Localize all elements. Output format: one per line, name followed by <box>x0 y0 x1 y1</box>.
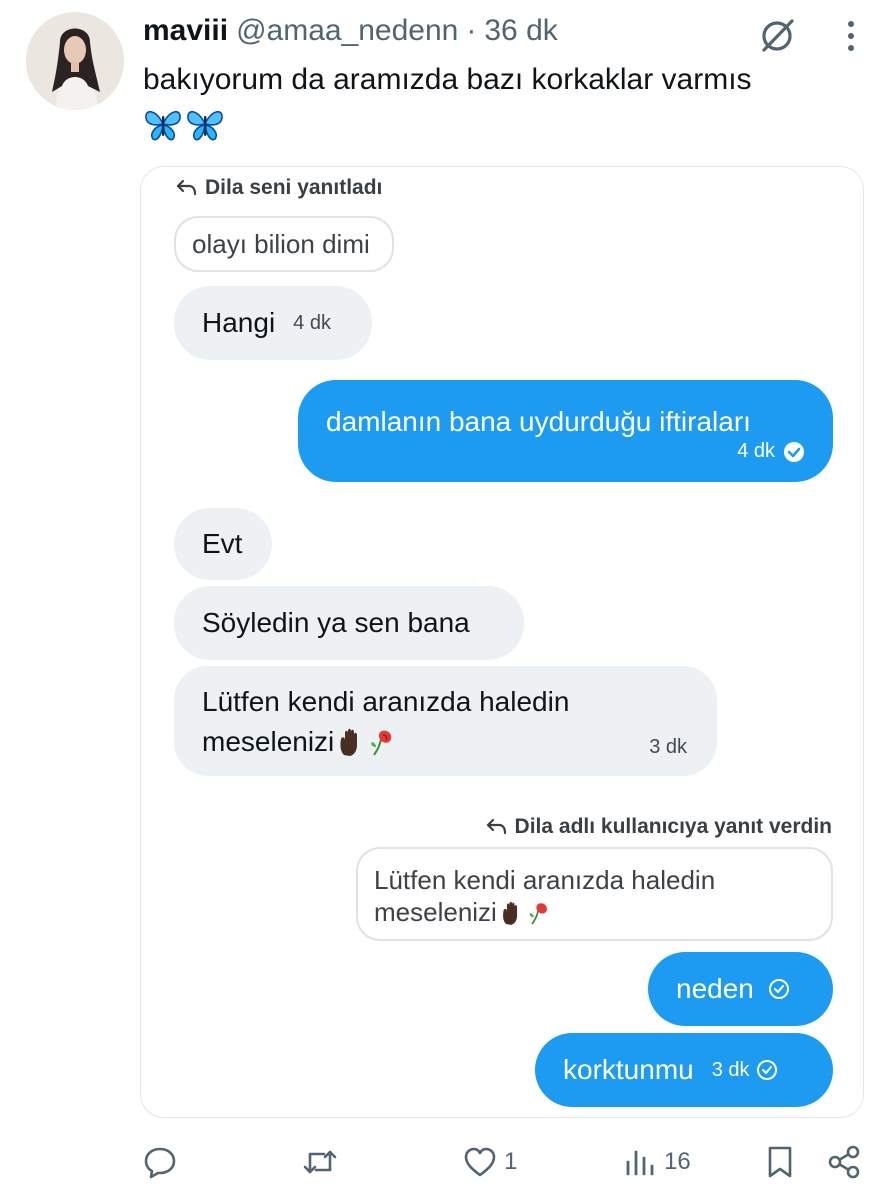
share-button[interactable] <box>826 1144 862 1180</box>
tweet-action-bar: 1 16 <box>0 1140 894 1190</box>
message-bubble-incoming[interactable]: Hangi 4 dk <box>174 286 372 360</box>
reply-arrow-icon <box>486 818 506 835</box>
tweet-time[interactable]: 36 dk <box>484 14 557 48</box>
message-time: 4 dk <box>737 440 775 462</box>
message-text-line1: Lütfen kendi aranızda haledin <box>202 686 570 717</box>
message-bubble-incoming[interactable]: Evt <box>174 508 272 580</box>
message-time: 3 dk <box>649 736 687 758</box>
avatar[interactable] <box>26 12 124 110</box>
raised-hand-emoji-icon <box>340 728 358 756</box>
quoted-message-line2: meselenizi <box>374 897 497 927</box>
message-text: Söyledin ya sen bana <box>202 607 470 638</box>
like-count: 1 <box>504 1148 518 1175</box>
tweet-text: bakıyorum da aramızda bazı korkaklar var… <box>143 63 752 96</box>
grok-icon[interactable] <box>756 16 800 56</box>
quoted-message: Lütfen kendi aranızda haledin meselenizi <box>356 847 833 941</box>
reply-meta-outgoing: Dila adlı kullanıcıya yanıt verdin <box>485 815 832 839</box>
message-bubble-incoming[interactable]: Lütfen kendi aranızda haledin meselenizi… <box>174 666 717 776</box>
heart-icon <box>464 1147 496 1177</box>
quoted-message: olayı bilion dimi <box>174 216 394 272</box>
message-text-line2: meselenizi <box>202 726 335 757</box>
message-text: Hangi <box>202 307 276 338</box>
message-text: damlanın bana uydurduğu iftiraları <box>326 406 751 437</box>
reply-meta-text: Dila adlı kullanıcıya yanıt verdin <box>514 815 832 838</box>
message-bubble-outgoing[interactable]: neden <box>648 952 833 1026</box>
sent-check-icon <box>756 1060 777 1080</box>
butterfly-emoji-icon <box>145 111 181 141</box>
message-text: korktunmu <box>563 1054 694 1085</box>
quoted-message-text: olayı bilion dimi <box>192 228 370 259</box>
separator-dot: · <box>466 14 477 47</box>
views-chart-icon <box>626 1150 654 1176</box>
avatar-image <box>26 12 124 110</box>
reply-button[interactable] <box>142 1144 184 1180</box>
message-bubble-incoming[interactable]: Söyledin ya sen bana <box>174 586 524 660</box>
user-handle[interactable]: @amaa_nedenn <box>236 14 458 48</box>
tweet-emojis <box>143 104 225 144</box>
share-icon <box>828 1145 860 1179</box>
like-button[interactable]: 1 <box>462 1144 517 1180</box>
reply-meta-incoming: Dila seni yanıtladı <box>175 176 382 200</box>
tweet-header: maviii @amaa_nedenn · 36 dk <box>143 14 558 48</box>
more-options-icon[interactable] <box>833 18 869 54</box>
views-button[interactable]: 16 <box>622 1144 691 1180</box>
message-bubble-outgoing[interactable]: korktunmu 3 dk <box>535 1033 833 1107</box>
wilted-flower-emoji-icon <box>529 902 547 925</box>
display-name[interactable]: maviii <box>143 14 228 48</box>
butterfly-emoji-icon <box>187 111 223 141</box>
sent-check-icon <box>768 979 789 999</box>
bookmark-icon <box>768 1146 792 1178</box>
message-text: neden <box>676 973 754 1004</box>
retweet-button[interactable] <box>302 1144 344 1180</box>
message-text: Evt <box>202 528 243 559</box>
reply-icon <box>144 1147 176 1179</box>
raised-hand-emoji-icon <box>502 901 517 925</box>
views-count: 16 <box>664 1148 691 1175</box>
reply-meta-text: Dila seni yanıtladı <box>205 176 383 199</box>
read-check-icon <box>784 441 804 462</box>
retweet-icon <box>303 1150 337 1174</box>
quoted-message-line1: Lütfen kendi aranızda haledin <box>374 865 716 895</box>
bookmark-button[interactable] <box>762 1144 798 1180</box>
reply-arrow-icon <box>176 179 197 196</box>
message-bubble-outgoing[interactable]: damlanın bana uydurduğu iftiraları 4 dk <box>298 380 833 482</box>
message-time: 3 dk <box>711 1058 750 1081</box>
wilted-flower-emoji-icon <box>371 730 392 756</box>
message-time: 4 dk <box>293 311 331 334</box>
